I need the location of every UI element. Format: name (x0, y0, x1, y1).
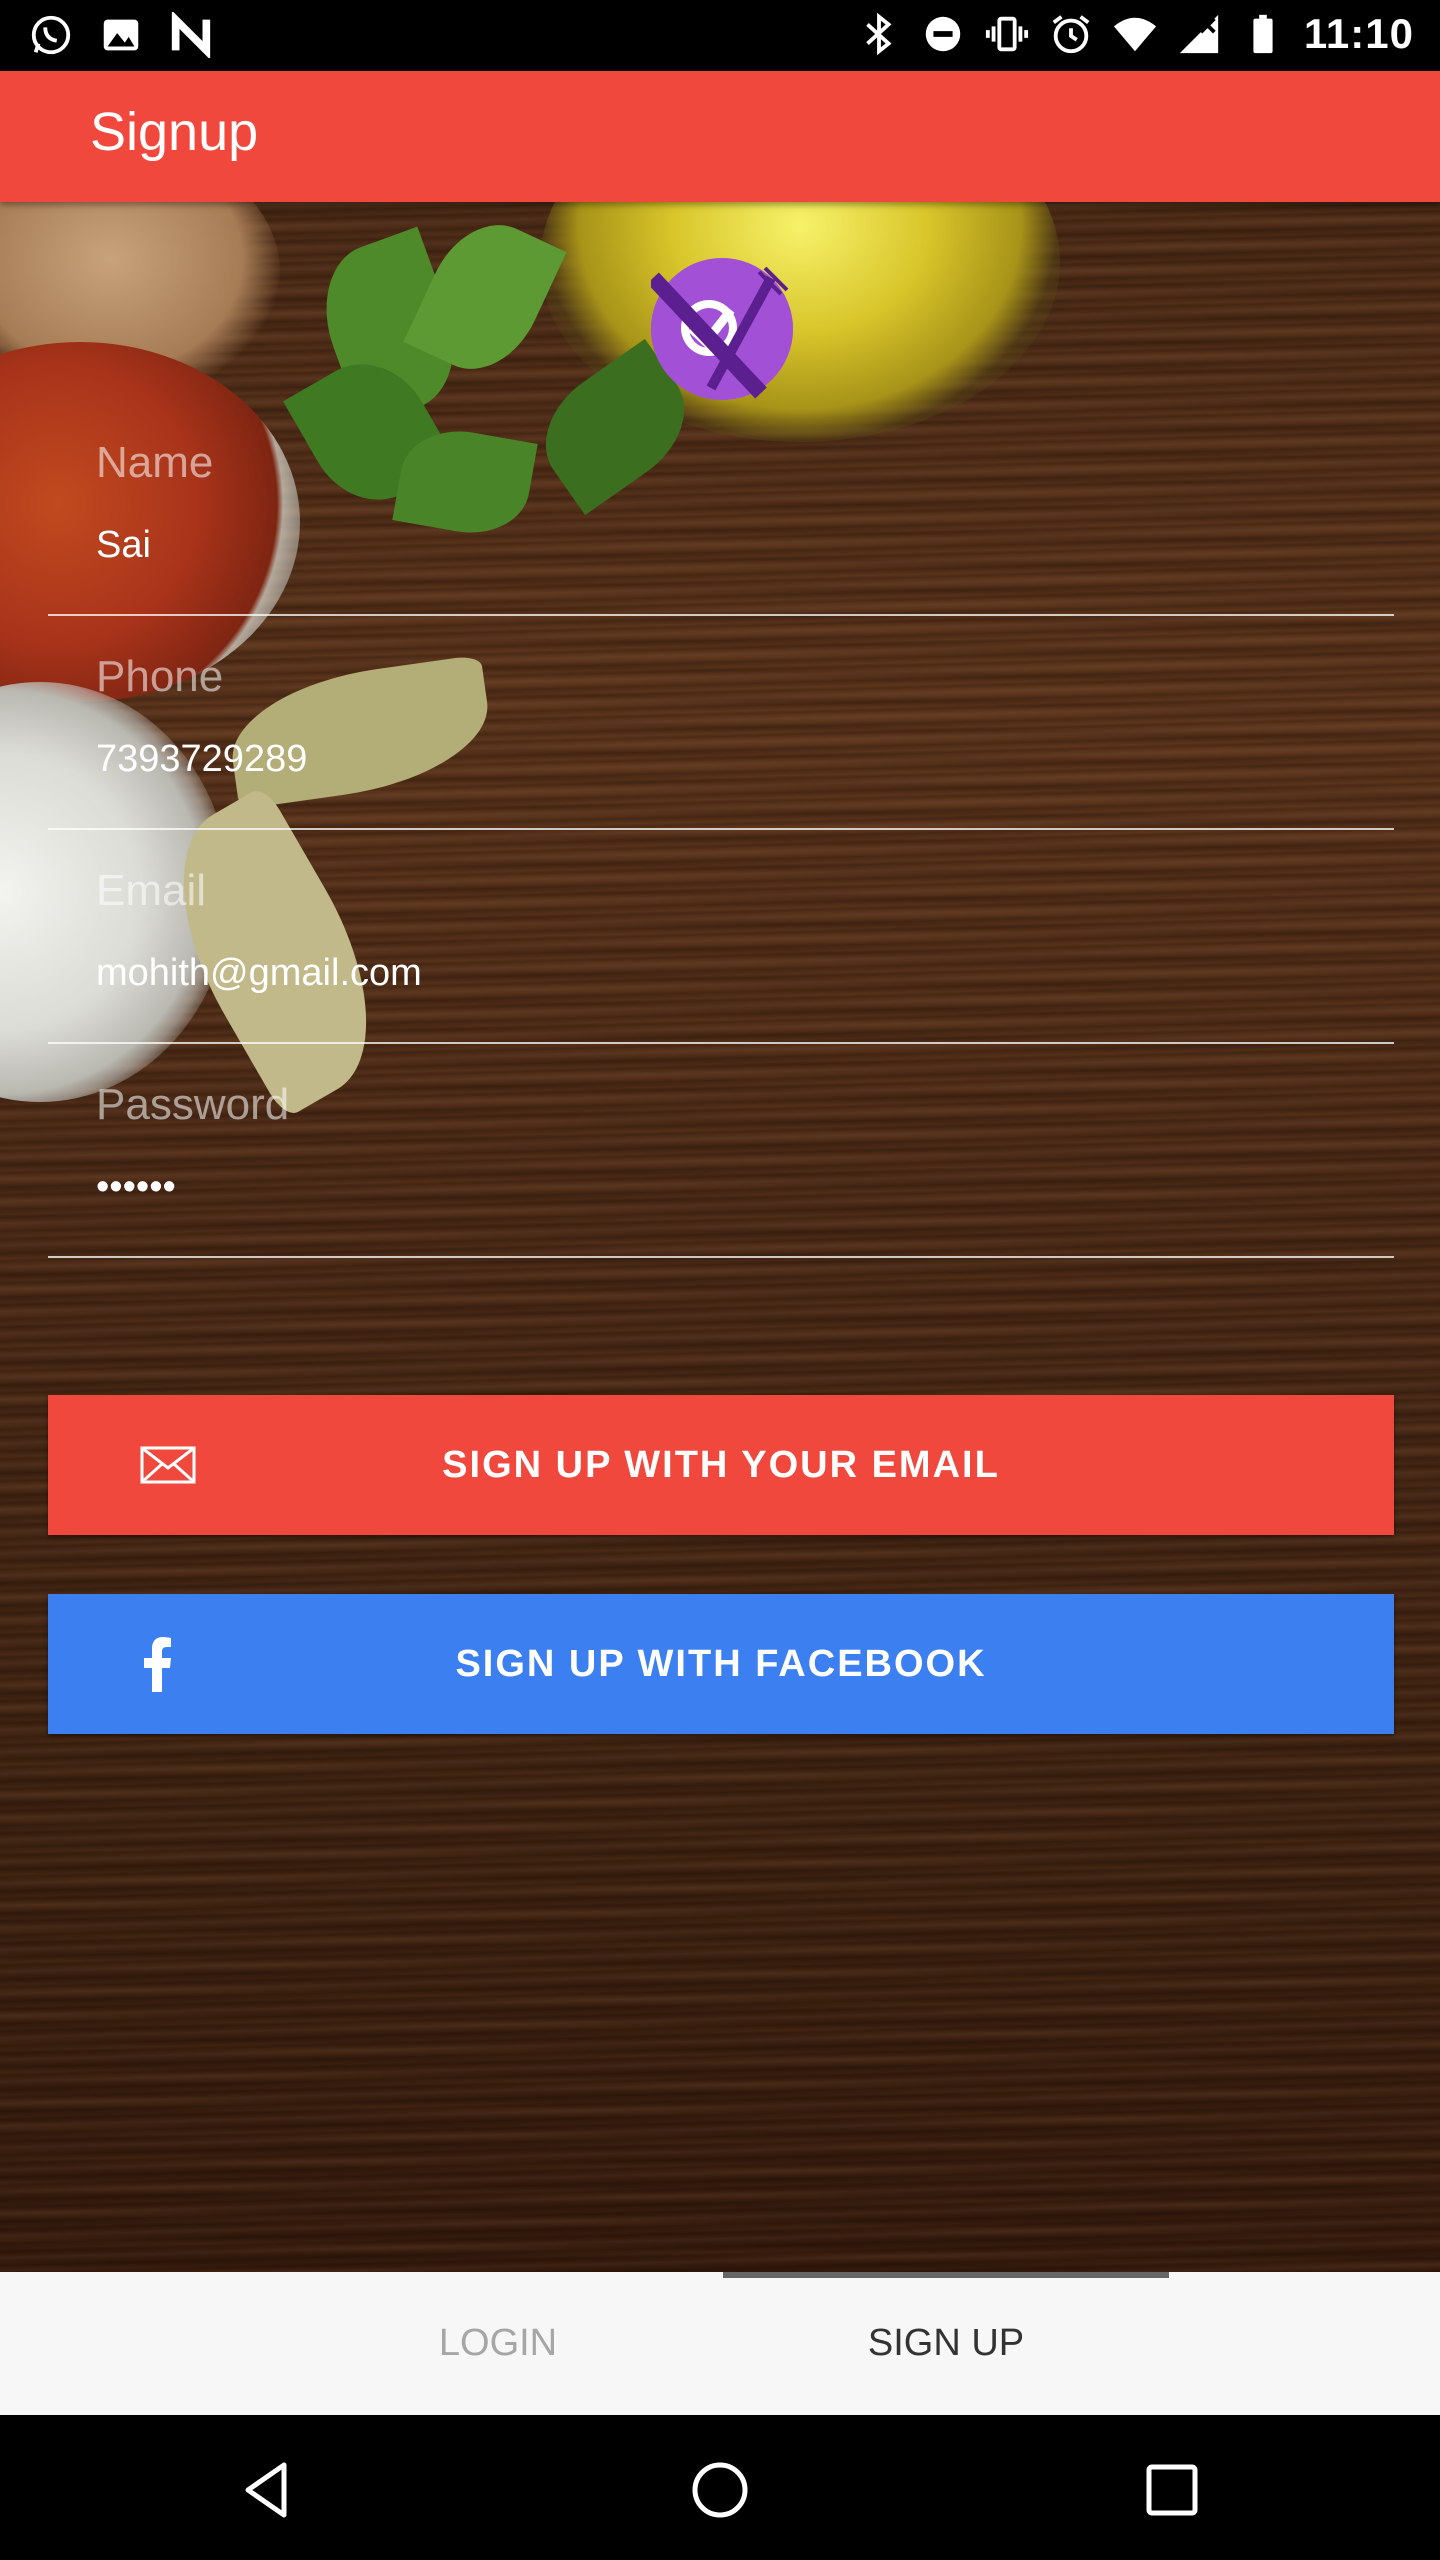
signal-icon (1179, 14, 1219, 54)
name-input[interactable]: Sai (96, 524, 151, 567)
phone-field[interactable]: Phone 7393729289 (48, 634, 1394, 832)
name-field[interactable]: Name Sai (48, 420, 1394, 618)
do-not-disturb-icon (925, 16, 961, 52)
phone-underline (48, 828, 1394, 830)
password-input[interactable]: •••••• (96, 1166, 176, 1209)
n-icon (171, 12, 211, 58)
recents-icon[interactable] (1137, 2455, 1207, 2525)
mail-icon (140, 1446, 196, 1484)
app-logo (651, 258, 793, 400)
password-label: Password (96, 1080, 290, 1129)
tab-login[interactable]: LOGIN (275, 2272, 721, 2415)
back-icon[interactable] (232, 2455, 302, 2525)
vibrate-icon (985, 16, 1028, 52)
name-underline (48, 614, 1394, 616)
password-underline (48, 1256, 1394, 1258)
name-label: Name (96, 438, 214, 487)
image-icon (103, 19, 139, 51)
home-icon[interactable] (685, 2455, 755, 2525)
food-logo-icon (651, 258, 793, 400)
bluetooth-icon (866, 12, 892, 56)
tab-signup[interactable]: SIGN UP (723, 2272, 1169, 2415)
signup-facebook-button[interactable]: SIGN UP WITH FACEBOOK (48, 1594, 1394, 1734)
facebook-icon (144, 1637, 171, 1692)
phone-input[interactable]: 7393729289 (96, 738, 307, 781)
signup-email-button[interactable]: SIGN UP WITH YOUR EMAIL (48, 1395, 1394, 1535)
phone-label: Phone (96, 652, 224, 701)
whatsapp-icon (31, 15, 71, 55)
email-field[interactable]: Email mohith@gmail.com (48, 848, 1394, 1046)
signup-email-label: SIGN UP WITH YOUR EMAIL (442, 1443, 1000, 1486)
battery-icon (1253, 14, 1273, 54)
alarm-icon (1052, 15, 1090, 54)
navigation-bar (0, 2415, 1440, 2560)
bottom-tabs: LOGIN SIGN UP (0, 2272, 1440, 2415)
status-bar: 11:10 (0, 0, 1440, 71)
app-bar: Signup (0, 71, 1440, 202)
status-time: 11:10 (1303, 10, 1414, 57)
password-field[interactable]: Password •••••• (48, 1062, 1394, 1260)
signup-facebook-label: SIGN UP WITH FACEBOOK (455, 1642, 987, 1685)
email-underline (48, 1042, 1394, 1044)
email-label: Email (96, 866, 207, 915)
page-title: Signup (90, 102, 259, 162)
email-input[interactable]: mohith@gmail.com (96, 952, 422, 995)
wifi-icon (1113, 17, 1156, 52)
